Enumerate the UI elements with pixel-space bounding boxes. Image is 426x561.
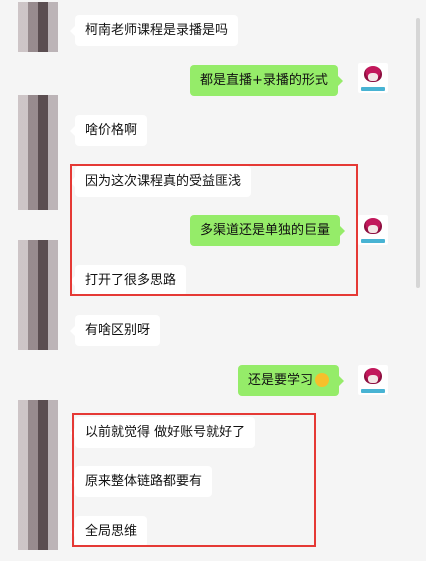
message-bubble[interactable]: 有啥区别呀 xyxy=(69,315,161,346)
avatar-face-icon xyxy=(368,375,378,383)
brand-logo-icon xyxy=(361,87,385,91)
avatar-blurred xyxy=(18,400,58,550)
smiling-face-emoji-icon xyxy=(315,373,330,387)
highlight-box xyxy=(72,413,316,547)
highlight-box xyxy=(70,164,358,296)
brand-logo-icon xyxy=(361,389,385,393)
brand-logo-icon xyxy=(361,239,385,243)
avatar-face-icon xyxy=(368,225,378,233)
scrollbar[interactable] xyxy=(416,18,420,288)
avatar-face-icon xyxy=(368,73,378,81)
avatar[interactable] xyxy=(358,215,388,245)
message-bubble[interactable]: 还是要学习 xyxy=(238,365,345,396)
avatar[interactable] xyxy=(358,365,388,395)
message-bubble[interactable]: 柯南老师课程是录播是吗 xyxy=(69,15,239,46)
message-text: 还是要学习 xyxy=(248,373,314,388)
message-bubble[interactable]: 都是直播+录播的形式 xyxy=(190,65,343,96)
avatar-blurred xyxy=(18,2,58,52)
avatar-blurred xyxy=(18,240,58,350)
avatar[interactable] xyxy=(358,63,388,93)
message-bubble[interactable]: 啥价格啊 xyxy=(69,115,148,146)
avatar-blurred xyxy=(18,95,58,210)
